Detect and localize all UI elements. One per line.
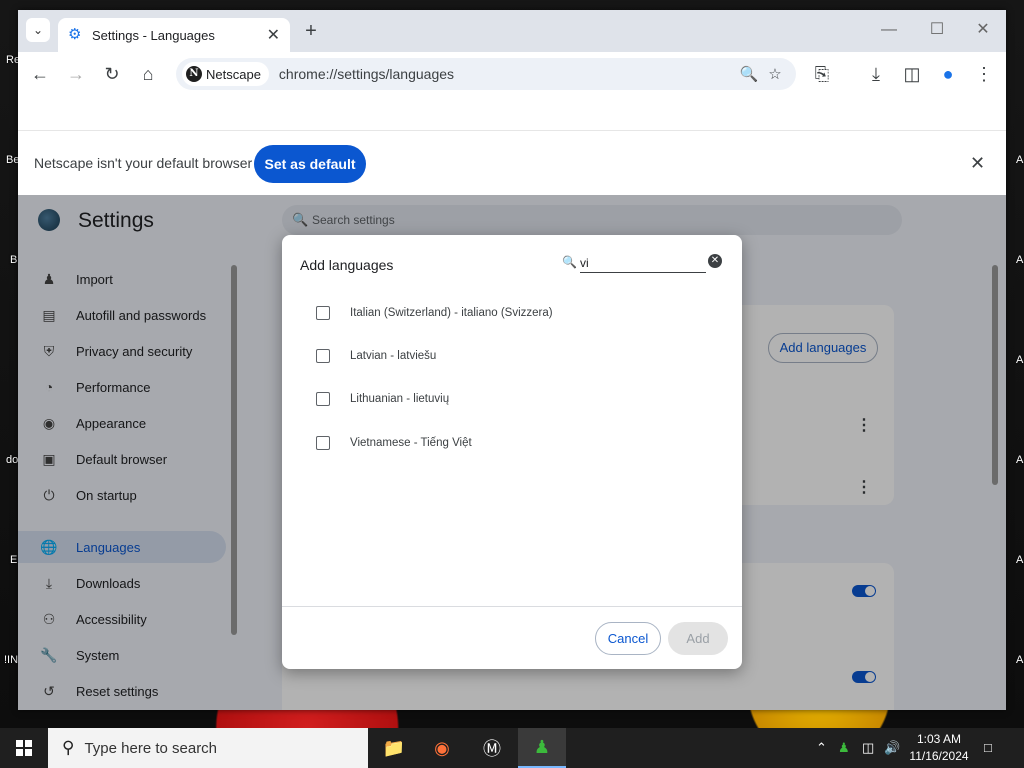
chevron-down-icon: ⌄ xyxy=(32,23,44,37)
cancel-button[interactable]: Cancel xyxy=(595,622,661,655)
home-button[interactable]: ⌂ xyxy=(134,60,162,88)
infobar-message: Netscape isn't your default browser xyxy=(34,155,253,171)
desktop-icon-label[interactable]: B xyxy=(10,254,17,266)
set-as-default-button[interactable]: Set as default xyxy=(254,145,366,183)
desktop-icon-label[interactable]: A xyxy=(1016,654,1023,666)
downloads-button[interactable]: ⤓ xyxy=(862,60,890,88)
desktop-icon-label[interactable]: A xyxy=(1016,454,1023,466)
start-button[interactable] xyxy=(0,728,48,768)
desktop-icon-label[interactable]: E xyxy=(10,554,17,566)
site-info-chip[interactable]: N Netscape xyxy=(182,62,269,86)
desktop-icon-label[interactable]: A xyxy=(1016,154,1023,166)
search-icon: ⚲ xyxy=(62,738,75,757)
avatar-icon: ● xyxy=(942,63,954,84)
clear-search-icon[interactable]: ✕ xyxy=(708,254,722,268)
gear-icon: ⚙ xyxy=(68,26,82,43)
close-window-button[interactable]: ✕ xyxy=(968,18,998,42)
new-tab-button[interactable]: + xyxy=(300,20,322,42)
taskbar: ⚲ Type here to search 📁 ◉ Ⓜ ♟ ⌃ ♟ ◫ 🔊 1:… xyxy=(0,728,1024,768)
checkbox[interactable] xyxy=(316,349,330,363)
language-option[interactable]: Vietnamese - Tiếng Việt xyxy=(316,433,472,453)
clock-date: 11/16/2024 xyxy=(909,749,969,763)
close-icon[interactable]: ✕ xyxy=(970,153,985,174)
side-panel-icon: ◫ xyxy=(903,63,921,84)
network-icon[interactable]: ◫ xyxy=(862,740,874,756)
language-search: 🔍 ✕ xyxy=(562,253,726,275)
tab-strip: ⌄ ⚙ Settings - Languages ✕ + — ☐ ✕ xyxy=(18,10,1006,52)
maximize-icon: ☐ xyxy=(929,21,945,38)
tab-title: Settings - Languages xyxy=(92,27,215,43)
url-text[interactable]: chrome://settings/languages xyxy=(279,66,736,82)
home-icon: ⌂ xyxy=(142,63,154,84)
checkbox[interactable] xyxy=(316,436,330,450)
desktop-icon-label[interactable]: A xyxy=(1016,554,1023,566)
desktop-icon-label[interactable]: A xyxy=(1016,354,1023,366)
taskbar-search-placeholder: Type here to search xyxy=(84,739,218,757)
back-button[interactable]: ← xyxy=(26,60,54,88)
download-icon: ⤓ xyxy=(872,63,880,84)
netscape-logo-icon: N xyxy=(186,66,202,82)
profile-button[interactable]: ● xyxy=(934,60,962,88)
language-option[interactable]: Lithuanian - lietuvių xyxy=(316,389,449,409)
windows-logo-icon xyxy=(16,740,32,756)
people-tray-icon[interactable]: ♟ xyxy=(838,740,850,756)
kebab-menu-icon: ⋮ xyxy=(975,63,993,84)
minimize-button[interactable]: — xyxy=(874,18,904,42)
forward-button[interactable]: → xyxy=(62,60,90,88)
checkbox[interactable] xyxy=(316,392,330,406)
bookmark-star-icon[interactable]: ☆ xyxy=(762,65,788,83)
chevron-up-icon[interactable]: ⌃ xyxy=(816,740,827,756)
arrow-left-icon: ← xyxy=(31,63,49,84)
maximize-button[interactable]: ☐ xyxy=(922,18,952,42)
taskbar-clock[interactable]: 1:03 AM 11/16/2024 xyxy=(900,731,978,765)
arrow-right-icon: → xyxy=(67,63,85,84)
desktop-icon-label[interactable]: !IN xyxy=(4,654,18,666)
language-option[interactable]: Latvian - latviešu xyxy=(316,346,436,366)
desktop-icon-label[interactable]: A xyxy=(1016,254,1023,266)
close-icon: ✕ xyxy=(976,21,990,38)
taskbar-search-box[interactable]: ⚲ Type here to search xyxy=(48,728,368,768)
reload-icon: ↻ xyxy=(104,63,120,84)
menu-button[interactable]: ⋮ xyxy=(970,60,998,88)
firefox-icon[interactable]: ◉ xyxy=(418,728,466,768)
language-label: Lithuanian - lietuvių xyxy=(350,393,450,405)
reload-button[interactable]: ↻ xyxy=(98,60,126,88)
language-search-input[interactable] xyxy=(580,253,706,273)
file-explorer-icon[interactable]: 📁 xyxy=(370,728,418,768)
add-button[interactable]: Add xyxy=(668,622,728,655)
checkbox[interactable] xyxy=(316,306,330,320)
side-panel-button[interactable]: ◫ xyxy=(898,60,926,88)
language-option[interactable]: Italian (Switzerland) - italiano (Svizze… xyxy=(316,303,553,323)
tab-search-button[interactable]: ⌄ xyxy=(26,18,50,42)
language-label: Italian (Switzerland) - italiano (Svizze… xyxy=(350,307,553,319)
puzzle-icon: ⎘ xyxy=(814,63,830,84)
site-chip-label: Netscape xyxy=(206,66,261,82)
active-app-icon[interactable]: ♟ xyxy=(518,728,566,768)
dialog-title: Add languages xyxy=(300,257,394,273)
language-label: Latvian - latviešu xyxy=(350,350,437,362)
plus-icon: + xyxy=(305,20,317,42)
address-bar[interactable]: N Netscape chrome://settings/languages 🔍… xyxy=(176,58,796,90)
tab-settings-languages[interactable]: ⚙ Settings - Languages ✕ xyxy=(58,18,290,52)
extensions-button[interactable]: ⎘ xyxy=(808,60,836,88)
close-icon[interactable]: ✕ xyxy=(267,25,280,45)
language-label: Vietnamese - Tiếng Việt xyxy=(350,437,472,449)
dialog-divider xyxy=(282,606,742,607)
minimize-icon: — xyxy=(881,21,897,38)
volume-icon[interactable]: 🔊 xyxy=(884,740,900,756)
add-languages-dialog: Add languages 🔍 ✕ Italian (Switzerland) … xyxy=(282,235,742,669)
search-icon: 🔍 xyxy=(562,255,577,269)
desktop-icon-label[interactable]: do xyxy=(6,454,18,466)
browser-window: ⌄ ⚙ Settings - Languages ✕ + — ☐ ✕ ← → ↻… xyxy=(18,10,1006,710)
zoom-icon[interactable]: 🔍 xyxy=(736,65,762,83)
netscape-taskbar-icon[interactable]: Ⓜ xyxy=(468,728,516,768)
default-browser-infobar: Netscape isn't your default browser Set … xyxy=(18,130,1006,194)
notifications-icon[interactable]: □ xyxy=(984,740,992,755)
clock-time: 1:03 AM xyxy=(916,732,962,746)
browser-toolbar: ← → ↻ ⌂ N Netscape chrome://settings/lan… xyxy=(18,52,1006,96)
